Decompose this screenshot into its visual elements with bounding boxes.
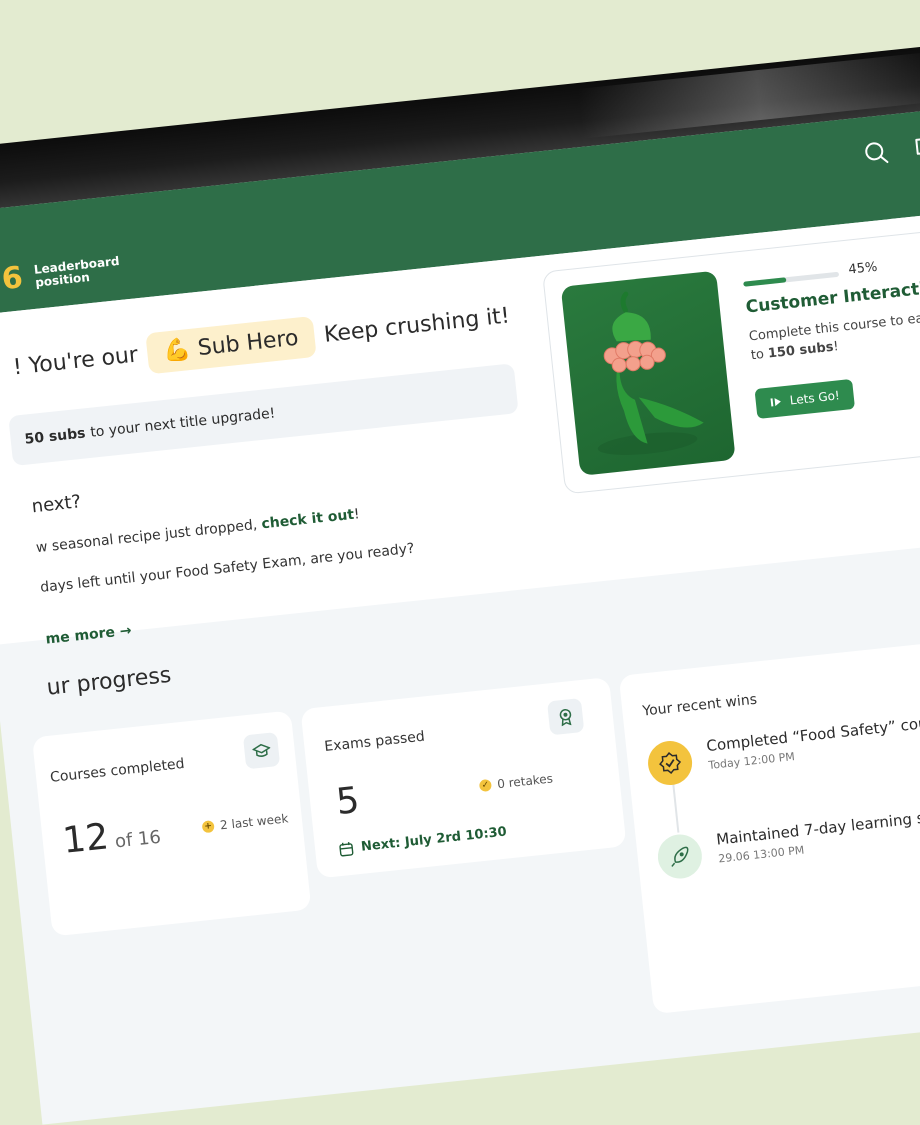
progress-heading: ur progress <box>46 663 173 701</box>
courses-delta: + 2 last week <box>202 811 289 834</box>
play-icon <box>769 395 782 408</box>
greeting-prefix: ! You're our <box>12 343 139 381</box>
course-card[interactable]: 45% Customer Interacti Complete this cou… <box>542 228 920 495</box>
pepper-illustration <box>561 271 736 476</box>
course-progress-fill <box>743 277 786 286</box>
rocket-icon <box>656 832 704 880</box>
badge-label: Sub Hero <box>197 326 300 361</box>
leaderboard-position: 6 <box>0 260 24 297</box>
exams-retakes-label: 0 retakes <box>497 771 554 791</box>
exams-retakes: ✓ 0 retakes <box>479 771 554 793</box>
recent-wins-title: Your recent wins <box>642 692 758 720</box>
verified-badge-icon <box>646 739 694 787</box>
courses-completed-count: 12of 16 <box>61 811 163 862</box>
courses-completed-value: 12 <box>61 816 111 862</box>
courses-completed-card: Courses completed 12of 16 + 2 last week <box>32 710 311 936</box>
subs-text: to your next title upgrade! <box>90 405 276 440</box>
next-item-recipe: w seasonal recipe just dropped, check it… <box>35 506 360 556</box>
leaderboard-widget[interactable]: 6 Leaderboard position <box>0 249 132 297</box>
whats-next-heading: next? <box>31 491 82 517</box>
check-it-out-link[interactable]: check it out <box>261 507 355 533</box>
recent-wins-card: Your recent wins Completed “Food Safety”… <box>619 617 920 1014</box>
win-item-1: Completed “Food Safety” course Today 12:… <box>646 712 920 788</box>
course-progress-track <box>743 272 839 287</box>
subs-amount: 50 subs <box>24 425 86 447</box>
flexed-bicep-icon: 💪 <box>162 337 192 365</box>
win-item-2: Maintained 7-day learning strea 29.06 13… <box>656 806 920 881</box>
title-badge: 💪 Sub Hero <box>146 316 317 374</box>
next-item-end: ! <box>353 506 360 523</box>
award-icon <box>547 698 584 735</box>
next-exam: Next: July 2rd 10:30 <box>339 825 508 858</box>
show-more-link[interactable]: me more → <box>45 623 132 648</box>
graduation-cap-icon <box>243 732 280 769</box>
chat-icon[interactable] <box>909 129 920 166</box>
exams-passed-count: 5 <box>334 780 361 823</box>
leaderboard-label: Leaderboard position <box>33 253 131 289</box>
courses-delta-label: 2 last week <box>219 811 289 832</box>
app-screen: 6 Leaderboard position ! You're our 💪 Su… <box>0 88 920 1124</box>
exams-passed-title: Exams passed <box>324 729 426 755</box>
tablet-device: 6 Leaderboard position ! You're our 💪 Su… <box>0 25 920 1125</box>
course-description-suffix: ! <box>833 339 840 354</box>
search-icon[interactable] <box>858 134 895 171</box>
course-description-subs: 150 subs <box>767 340 834 362</box>
next-exam-label: Next: July 2rd 10:30 <box>360 825 507 855</box>
courses-completed-title: Courses completed <box>49 756 185 786</box>
check-icon: ✓ <box>479 779 492 792</box>
course-progress-percent: 45% <box>848 260 878 278</box>
exams-passed-card: Exams passed 5 ✓ 0 retakes Next: July 2r… <box>300 677 626 878</box>
calendar-icon <box>339 841 354 856</box>
greeting-suffix: Keep crushing it! <box>323 303 511 347</box>
lets-go-button[interactable]: Lets Go! <box>754 379 855 419</box>
next-item-text: w seasonal recipe just dropped, <box>35 517 258 556</box>
timeline-line <box>672 783 679 833</box>
courses-total: of 16 <box>114 827 162 853</box>
plus-icon: + <box>202 820 215 833</box>
lets-go-label: Lets Go! <box>789 388 840 407</box>
